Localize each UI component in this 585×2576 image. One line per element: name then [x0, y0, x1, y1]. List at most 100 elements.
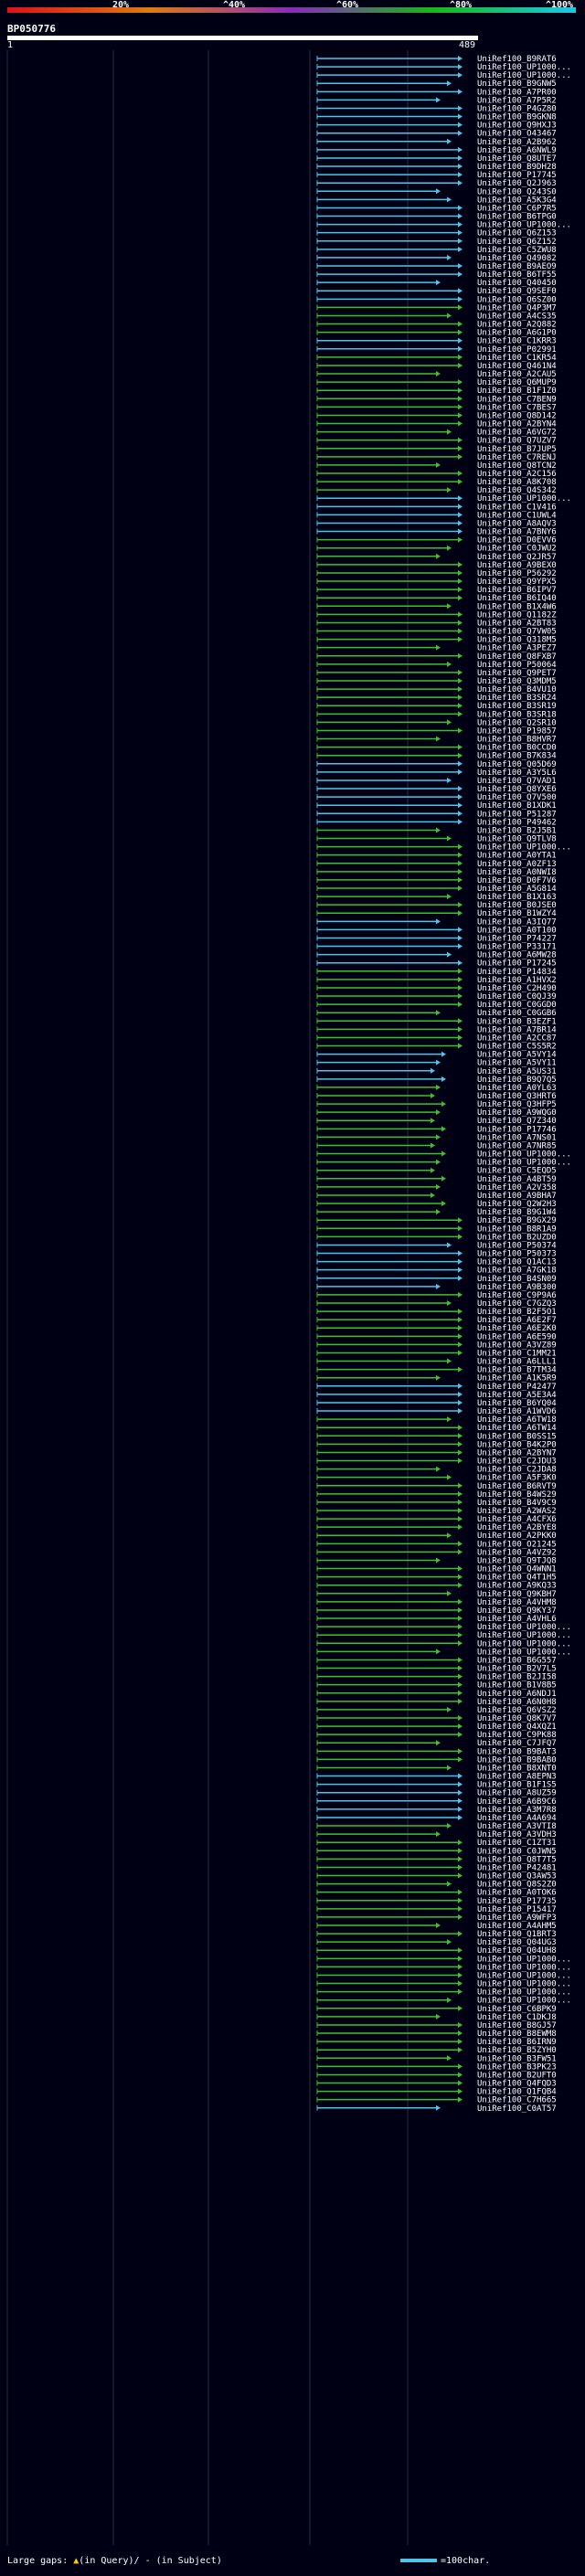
alignment-arrow-icon — [458, 1889, 463, 1895]
alignment-arrow-icon — [436, 371, 441, 377]
alignment-arrow-icon — [458, 2021, 463, 2028]
alignment-arrow-icon — [458, 221, 463, 228]
alignment-arrow-icon — [458, 1698, 463, 1704]
alignment-arrow-icon — [458, 1964, 463, 1970]
alignment-arrow-icon — [458, 1947, 463, 1954]
alignment-arrow-icon — [458, 362, 463, 368]
alignment-arrow-icon — [447, 1997, 452, 2003]
alignment-arrow-icon — [436, 1374, 441, 1381]
alignment-arrow-icon — [458, 412, 463, 419]
alignment-arrow-icon — [458, 122, 463, 128]
alignment-arrow-icon — [458, 56, 463, 61]
alignment-arrow-icon — [458, 1234, 463, 1240]
alignment-arrow-icon — [458, 1549, 463, 1555]
alignment-arrow-icon — [458, 876, 463, 883]
alignment-arrow-icon — [458, 321, 463, 327]
alignment-arrow-icon — [458, 180, 463, 186]
gaps-in-subject-label: - (in Subject) — [144, 2556, 222, 2566]
alignment-arrow-icon — [458, 471, 463, 476]
alignment-arrow-icon — [458, 769, 463, 775]
alignment-arrow-icon — [458, 1748, 463, 1754]
alignment-arrow-icon — [447, 1358, 452, 1364]
alignment-arrow-icon — [458, 1972, 463, 1978]
alignment-arrow-icon — [458, 304, 463, 311]
alignment-arrow-icon — [458, 1309, 463, 1315]
alignment-arrow-icon — [458, 1317, 463, 1323]
alignment-arrow-icon — [458, 420, 463, 427]
alignment-arrow-icon — [458, 569, 463, 576]
alignment-arrow-icon — [458, 1905, 463, 1912]
alignment-arrow-icon — [458, 2047, 463, 2053]
alignment-arrow-icon — [441, 1101, 446, 1108]
alignment-arrow-icon — [458, 2080, 463, 2086]
alignment-arrow-icon — [458, 910, 463, 917]
alignment-arrow-icon — [458, 1756, 463, 1763]
alignment-arrow-icon — [447, 894, 452, 900]
alignment-arrow-icon — [458, 64, 463, 70]
alignment-arrow-icon — [458, 1425, 463, 1431]
alignment-arrow-icon — [458, 404, 463, 410]
alignment-arrow-icon — [436, 188, 441, 195]
alignment-arrow-icon — [447, 1242, 452, 1248]
alignment-arrow-icon — [458, 113, 463, 120]
alignment-arrow-icon — [458, 1499, 463, 1505]
alignment-arrow-icon — [458, 1275, 463, 1281]
alignment-arrow-icon — [436, 736, 441, 742]
alignment-arrow-icon — [458, 1034, 463, 1041]
alignment-arrow-icon — [458, 1043, 463, 1049]
alignment-arrow-icon — [458, 528, 463, 535]
alignment-arrow-icon — [447, 777, 452, 783]
alignment-arrow-icon — [447, 138, 452, 144]
alignment-arrow-icon — [458, 1681, 463, 1688]
alignment-arrow-icon — [458, 1616, 463, 1622]
alignment-arrow-icon — [458, 229, 463, 236]
alignment-arrow-icon — [458, 669, 463, 675]
alignment-arrow-icon — [458, 2096, 463, 2103]
alignment-arrow-icon — [458, 2088, 463, 2094]
alignment-arrow-icon — [458, 1018, 463, 1024]
hit-name-link[interactable]: UniRef100_C0AT57 — [477, 2104, 557, 2114]
alignment-arrow-icon — [458, 1565, 463, 1572]
alignment-arrow-icon — [431, 1067, 435, 1074]
alignment-arrow-icon — [458, 1399, 463, 1405]
alignment-arrow-icon — [458, 354, 463, 360]
alignment-arrow-icon — [458, 1582, 463, 1588]
alignment-arrow-icon — [458, 578, 463, 585]
alignment-arrow-icon — [458, 146, 463, 153]
alignment-arrow-icon — [458, 1250, 463, 1256]
alignment-arrow-icon — [458, 1516, 463, 1522]
alignment-arrow-icon — [458, 536, 463, 543]
scale-key: =100char. — [400, 2556, 490, 2567]
alignment-arrow-icon — [458, 2072, 463, 2078]
alignment-arrow-icon — [458, 694, 463, 701]
alignment-arrow-icon — [436, 1134, 441, 1140]
alignment-arrow-icon — [458, 1258, 463, 1265]
alignment-arrow-icon — [447, 719, 452, 726]
alignment-arrow-icon — [458, 1732, 463, 1738]
alignment-arrow-icon — [458, 1839, 463, 1846]
alignment-arrow-icon — [458, 453, 463, 460]
alignment-hit-list: UniRef100_B9RAT6UniRef100_UP1000...UniRe… — [6, 50, 571, 2545]
alignment-arrow-icon — [458, 984, 463, 991]
alignment-arrow-icon — [458, 1341, 463, 1348]
alignment-arrow-icon — [458, 387, 463, 394]
alignment-arrow-icon — [458, 744, 463, 750]
alignment-arrow-icon — [458, 1026, 463, 1033]
alignment-arrow-icon — [447, 603, 452, 610]
alignment-arrow-icon — [458, 703, 463, 709]
alignment-arrow-icon — [447, 429, 452, 435]
alignment-arrow-icon — [458, 2005, 463, 2011]
alignment-arrow-icon — [436, 1209, 441, 1215]
alignment-arrow-icon — [447, 1300, 452, 1306]
alignment-arrow-icon — [458, 1806, 463, 1812]
alignment-arrow-icon — [458, 860, 463, 866]
alignment-arrow-icon — [458, 1864, 463, 1871]
alignment-arrow-icon — [436, 644, 441, 651]
alignment-arrow-icon — [436, 1740, 441, 1746]
alignment-arrow-icon — [458, 288, 463, 294]
alignment-arrow-icon — [458, 1541, 463, 1547]
alignment-arrow-icon — [458, 1773, 463, 1779]
alignment-arrow-icon — [431, 1118, 435, 1124]
alignment-arrow-icon — [436, 553, 441, 559]
alignment-arrow-icon — [458, 1482, 463, 1489]
